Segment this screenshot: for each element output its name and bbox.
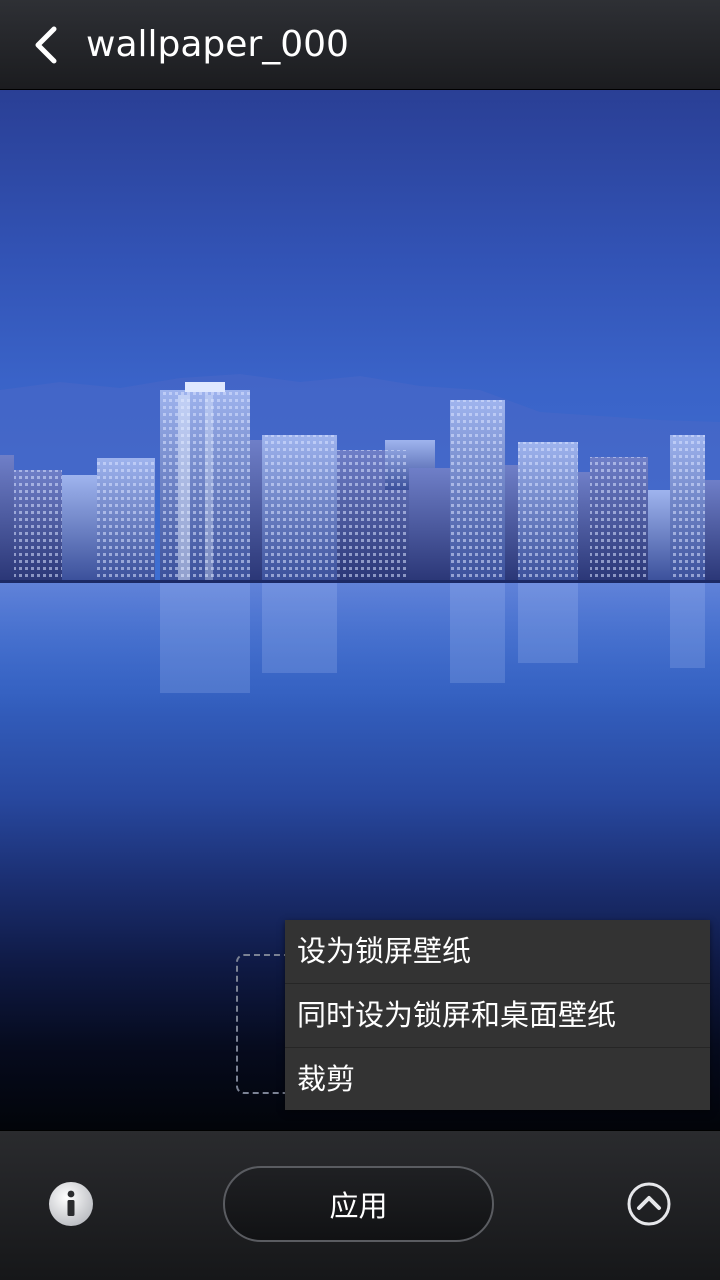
menu-item-crop[interactable]: 裁剪 xyxy=(285,1048,710,1111)
page-title: wallpaper_000 xyxy=(86,24,349,65)
expand-menu-button[interactable] xyxy=(626,1181,672,1227)
chevron-up-circle-icon xyxy=(627,1182,671,1226)
top-bar: wallpaper_000 xyxy=(0,0,720,90)
menu-item-set-both[interactable]: 同时设为锁屏和桌面壁纸 xyxy=(285,984,710,1048)
wallpaper-preview-screen: wallpaper_000 设为锁屏壁纸 同时设为锁屏和桌面壁纸 裁剪 应用 xyxy=(0,0,720,1280)
apply-button[interactable]: 应用 xyxy=(223,1166,494,1242)
wallpaper-options-menu: 设为锁屏壁纸 同时设为锁屏和桌面壁纸 裁剪 xyxy=(285,920,710,1110)
menu-item-set-lockscreen[interactable]: 设为锁屏壁纸 xyxy=(285,920,710,984)
chevron-left-icon xyxy=(35,26,57,64)
back-button[interactable] xyxy=(18,15,74,75)
bottom-bar: 应用 xyxy=(0,1130,720,1280)
info-button[interactable] xyxy=(48,1181,94,1227)
info-icon xyxy=(49,1182,93,1226)
